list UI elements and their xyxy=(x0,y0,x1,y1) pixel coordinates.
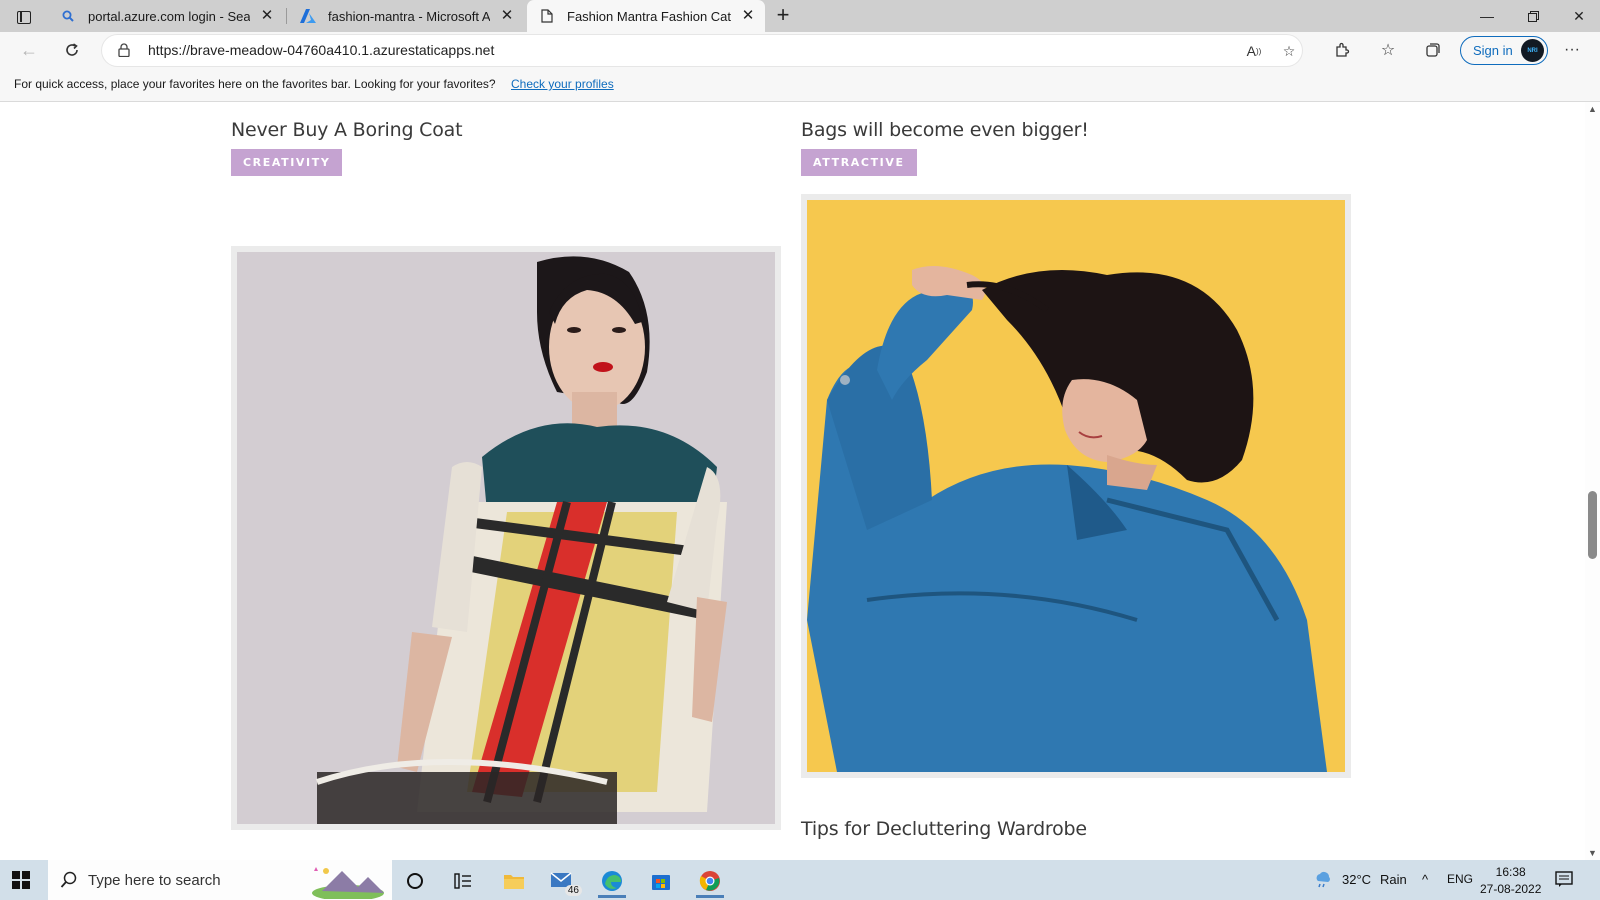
post-title[interactable]: Bags will become even bigger! xyxy=(801,119,1089,141)
address-bar[interactable]: https://brave-meadow-04760a410.1.azurest… xyxy=(102,35,1302,66)
widgets-icon[interactable] xyxy=(443,864,483,898)
tab-actions-button[interactable] xyxy=(10,6,38,28)
minimize-icon[interactable]: — xyxy=(1464,0,1510,32)
extensions-icon[interactable] xyxy=(1330,39,1354,61)
tab-strip: portal.azure.com login - Search ✕ fashio… xyxy=(0,0,1600,32)
mail-badge: 46 xyxy=(564,885,582,896)
tab-title: Fashion Mantra Fashion Category xyxy=(567,8,731,24)
tab-search[interactable]: portal.azure.com login - Search ✕ xyxy=(48,0,284,32)
read-aloud-icon[interactable]: A)) xyxy=(1244,42,1264,60)
tab-actions-icon xyxy=(17,10,31,24)
new-tab-plus-icon[interactable]: + xyxy=(770,4,796,28)
post-title[interactable]: Tips for Decluttering Wardrobe xyxy=(801,818,1087,840)
add-favorite-icon[interactable]: ☆ xyxy=(1279,42,1299,60)
taskbar-search-box[interactable]: Type here to search xyxy=(48,860,392,900)
post-image-frame[interactable] xyxy=(801,194,1351,778)
tab-title: portal.azure.com login - Search xyxy=(88,8,250,24)
task-view-circle-icon[interactable] xyxy=(395,864,435,898)
store-icon[interactable] xyxy=(641,864,681,898)
weather-condition[interactable]: Rain xyxy=(1380,872,1407,887)
sign-in-label: Sign in xyxy=(1473,43,1513,58)
profile-avatar: NRI xyxy=(1521,39,1544,62)
azure-logo-icon xyxy=(300,8,316,24)
favorites-message: For quick access, place your favorites h… xyxy=(14,77,496,91)
search-icon xyxy=(60,8,76,24)
tab-title: fashion-mantra - Microsoft Azure xyxy=(328,8,490,24)
tab-azure[interactable]: fashion-mantra - Microsoft Azure ✕ xyxy=(288,0,524,32)
close-icon[interactable]: ✕ xyxy=(498,7,516,25)
notification-center-icon[interactable] xyxy=(1555,870,1573,891)
file-explorer-icon[interactable] xyxy=(494,864,534,898)
edge-browser-icon[interactable] xyxy=(592,864,632,898)
chrome-icon[interactable] xyxy=(690,864,730,898)
search-placeholder: Type here to search xyxy=(88,872,221,889)
tab-fashion-mantra[interactable]: Fashion Mantra Fashion Category ✕ xyxy=(527,0,765,32)
search-icon xyxy=(60,871,78,892)
sign-in-button[interactable]: Sign in NRI xyxy=(1460,36,1548,65)
favorites-icon[interactable]: ☆ xyxy=(1376,39,1400,61)
fashion-model-photo xyxy=(237,252,775,824)
back-arrow-icon[interactable]: ← xyxy=(14,36,44,64)
address-url[interactable]: https://brave-meadow-04760a410.1.azurest… xyxy=(148,42,494,58)
scroll-down-arrow-icon[interactable]: ▼ xyxy=(1588,848,1597,858)
mail-icon[interactable]: 46 xyxy=(543,864,583,898)
windows-taskbar: Type here to search 46 32°C Rain ^ ENG 1… xyxy=(0,860,1600,900)
restore-icon[interactable] xyxy=(1510,0,1556,32)
page-viewport: Never Buy A Boring Coat CREATIVITY Bags … xyxy=(0,102,1585,860)
check-profiles-link[interactable]: Check your profiles xyxy=(511,77,614,91)
language-indicator[interactable]: ENG xyxy=(1447,872,1473,886)
post-tag[interactable]: ATTRACTIVE xyxy=(801,149,917,176)
chevron-up-icon[interactable]: ^ xyxy=(1422,872,1428,887)
refresh-icon[interactable] xyxy=(57,36,87,64)
weather-rain-icon[interactable] xyxy=(1313,869,1333,892)
clock-time: 16:38 xyxy=(1495,865,1526,879)
more-options-icon[interactable]: ··· xyxy=(1560,39,1584,61)
scrollbar-thumb[interactable] xyxy=(1588,491,1597,559)
weather-temperature[interactable]: 32°C xyxy=(1342,872,1371,887)
collections-icon[interactable] xyxy=(1421,39,1445,61)
post-image-frame[interactable] xyxy=(231,246,781,830)
close-icon[interactable]: ✕ xyxy=(258,7,276,25)
page-icon xyxy=(539,8,555,24)
browser-toolbar: ← https://brave-meadow-04760a410.1.azure… xyxy=(0,32,1600,68)
scroll-up-arrow-icon[interactable]: ▲ xyxy=(1588,104,1597,114)
post-tag[interactable]: CREATIVITY xyxy=(231,149,343,176)
denim-jacket-model-photo xyxy=(807,200,1345,772)
tab-separator xyxy=(286,8,287,24)
search-highlight-illustration xyxy=(308,863,384,900)
favorites-bar: For quick access, place your favorites h… xyxy=(0,68,1600,102)
lock-icon[interactable] xyxy=(118,43,130,58)
system-clock[interactable]: 16:38 27-08-2022 xyxy=(1480,864,1541,898)
window-close-icon[interactable]: ✕ xyxy=(1556,0,1600,32)
windows-start-icon[interactable] xyxy=(12,871,30,889)
post-title[interactable]: Never Buy A Boring Coat xyxy=(231,119,463,141)
close-icon[interactable]: ✕ xyxy=(739,7,757,25)
page-scrollbar[interactable]: ▲ ▼ xyxy=(1585,102,1600,860)
clock-date: 27-08-2022 xyxy=(1480,882,1542,896)
